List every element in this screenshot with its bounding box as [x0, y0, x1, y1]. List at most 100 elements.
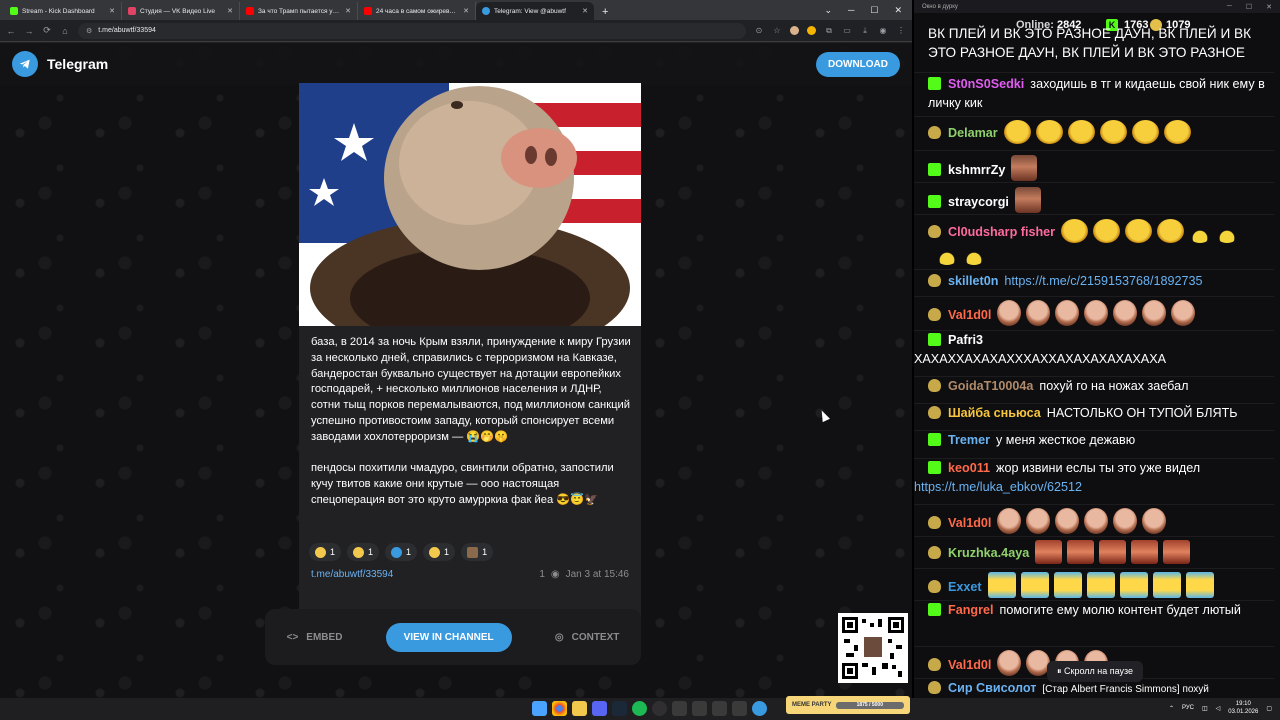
scroll-paused-button[interactable]: ⏸ Скролл на паузе [1047, 661, 1144, 682]
chat-username[interactable]: Pafri3 [948, 333, 983, 347]
windows-start-icon[interactable] [532, 701, 547, 716]
reaction-smile[interactable]: 1 [347, 543, 380, 561]
url-field[interactable]: ⚙ t.me/abuwtf/33594 [78, 22, 746, 39]
laughing-emote-icon [1099, 120, 1127, 144]
reaction-smirk[interactable]: 1 [423, 543, 456, 561]
close-icon[interactable]: ✕ [345, 7, 351, 15]
tab-youtube-trump[interactable]: За что Трамп пытается убить ✕ [240, 2, 358, 20]
chat-message: Шайба сньюса НАСТОЛЬКО ОН ТУПОЙ БЛЯТЬ [914, 403, 1274, 423]
chrome-icon[interactable] [552, 701, 567, 716]
reaction-whale[interactable]: 1 [385, 543, 418, 561]
chat-username[interactable]: St0nS0Sedki [948, 77, 1024, 91]
chat-username[interactable]: Tremer [948, 433, 990, 447]
chat-username[interactable]: Сир Свисолот [948, 681, 1036, 695]
post-image[interactable] [299, 83, 641, 326]
forward-icon[interactable]: → [24, 26, 34, 36]
chat-message: Delamar [914, 116, 1274, 144]
telegram-icon[interactable] [752, 701, 767, 716]
tears-of-joy-emote-icon [1119, 572, 1148, 598]
bookmark-star-icon[interactable]: ☆ [772, 26, 782, 35]
browser-window: Stream - Kick Dashboard ✕ Студия — VK Ви… [0, 0, 912, 698]
message-link[interactable]: https://t.me/c/2159153768/1892735 [1004, 274, 1202, 288]
kick-badge-icon [928, 163, 941, 176]
tray-chevron-icon[interactable]: ⌃ [1169, 705, 1174, 712]
vk-badge-icon [928, 308, 941, 321]
vk-badge-icon [928, 681, 941, 694]
post-link[interactable]: t.me/abuwtf/33594 [311, 569, 393, 580]
clock[interactable]: 19:10 03.01.2026 [1228, 700, 1258, 716]
steam-icon[interactable] [612, 701, 627, 716]
reaction-thumbs-up[interactable]: 1 [309, 543, 342, 561]
message-link[interactable]: https://t.me/luka_ebkov/62512 [914, 480, 1082, 494]
message-text: жор извини еслы ты это уже видел [996, 461, 1201, 475]
chat-username[interactable]: keo011 [948, 461, 990, 475]
tab-telegram[interactable]: Telegram: View @abuwtf ✕ [476, 2, 594, 20]
maximize-icon[interactable]: ☐ [870, 5, 878, 16]
app-icon[interactable] [692, 701, 707, 716]
obs-icon[interactable] [652, 701, 667, 716]
minimize-icon[interactable]: ─ [1227, 3, 1232, 11]
download-button[interactable]: DOWNLOAD [816, 51, 900, 77]
chat-username[interactable]: Kruzhka.4aya [948, 546, 1029, 560]
tab-youtube-24h[interactable]: 24 часа в самом ожиревшем ✕ [358, 2, 476, 20]
chat-username[interactable]: Cl0udsharp fisher [948, 225, 1055, 239]
chat-username[interactable]: GoidaT10004a [948, 379, 1033, 393]
extension-avatar-icon[interactable] [790, 26, 799, 35]
menu-icon[interactable]: ⋮ [896, 26, 906, 35]
brand-name[interactable]: Telegram [47, 56, 108, 72]
extensions-puzzle-icon[interactable]: ⧉ [824, 26, 834, 36]
vk-badge-icon [928, 274, 941, 287]
sidebar-icon[interactable]: ▭ [842, 26, 852, 35]
tab-vk-studio[interactable]: Студия — VK Видео Live ✕ [122, 2, 240, 20]
language-indicator[interactable]: РУС [1182, 705, 1194, 711]
close-window-icon[interactable]: ✕ [1266, 3, 1272, 11]
maximize-icon[interactable]: ☐ [1246, 3, 1252, 11]
chat-username[interactable]: Delamar [948, 126, 998, 140]
google-lens-icon[interactable]: ⊙ [754, 26, 764, 35]
chat-username[interactable]: Val1d0l [948, 516, 991, 530]
notifications-icon[interactable]: ▢ [1266, 705, 1272, 712]
banana-emote-icon [1189, 227, 1212, 243]
discord-icon[interactable] [592, 701, 607, 716]
view-in-channel-button[interactable]: VIEW IN CHANNEL [385, 622, 512, 652]
close-icon[interactable]: ✕ [582, 7, 588, 15]
close-window-icon[interactable]: ✕ [894, 5, 902, 16]
app-icon[interactable] [732, 701, 747, 716]
file-explorer-icon[interactable] [572, 701, 587, 716]
chat-username[interactable]: Val1d0l [948, 658, 991, 672]
reload-icon[interactable]: ⟳ [42, 25, 52, 36]
new-tab-button[interactable]: + [594, 6, 616, 20]
chat-username[interactable]: kshmrrZy [948, 163, 1005, 177]
chat-username[interactable]: straycorgi [948, 195, 1009, 209]
site-info-icon[interactable]: ⚙ [86, 27, 92, 35]
telegram-logo-icon[interactable] [12, 51, 38, 77]
app-icon[interactable] [672, 701, 687, 716]
scream-emote-icon [1163, 540, 1191, 564]
chat-username[interactable]: Val1d0l [948, 308, 991, 322]
vk-badge-icon [928, 516, 941, 529]
chat-username[interactable]: Fangrel [948, 603, 994, 617]
close-icon[interactable]: ✕ [109, 7, 115, 15]
volume-icon[interactable]: ◁ [1216, 705, 1221, 712]
chat-username[interactable]: Шайба сньюса [948, 406, 1041, 420]
bald-face-emote-icon [997, 508, 1022, 534]
tab-kick-dashboard[interactable]: Stream - Kick Dashboard ✕ [4, 2, 122, 20]
spotify-icon[interactable] [632, 701, 647, 716]
back-icon[interactable]: ← [6, 26, 16, 36]
reaction-custom[interactable]: 1 [461, 543, 494, 561]
profile-icon[interactable]: ◉ [878, 26, 888, 35]
embed-button[interactable]: <> EMBED [287, 632, 343, 643]
chat-username[interactable]: skillet0n [948, 274, 998, 288]
home-icon[interactable]: ⌂ [60, 26, 70, 36]
minimize-icon[interactable]: ─ [848, 5, 854, 16]
close-icon[interactable]: ✕ [463, 7, 469, 15]
download-icon[interactable]: ⤓ [860, 26, 870, 36]
app-icon[interactable] [712, 701, 727, 716]
extension-icon[interactable] [807, 26, 816, 35]
close-icon[interactable]: ✕ [227, 7, 233, 15]
context-button[interactable]: ◎ CONTEXT [555, 632, 620, 643]
chat-username[interactable]: Exxet [948, 580, 982, 594]
network-icon[interactable]: ◫ [1202, 705, 1208, 712]
post-paragraph: пендосы похитили чмадуро, свинтили обрат… [311, 462, 614, 506]
tab-search-icon[interactable]: ⌄ [824, 5, 832, 16]
